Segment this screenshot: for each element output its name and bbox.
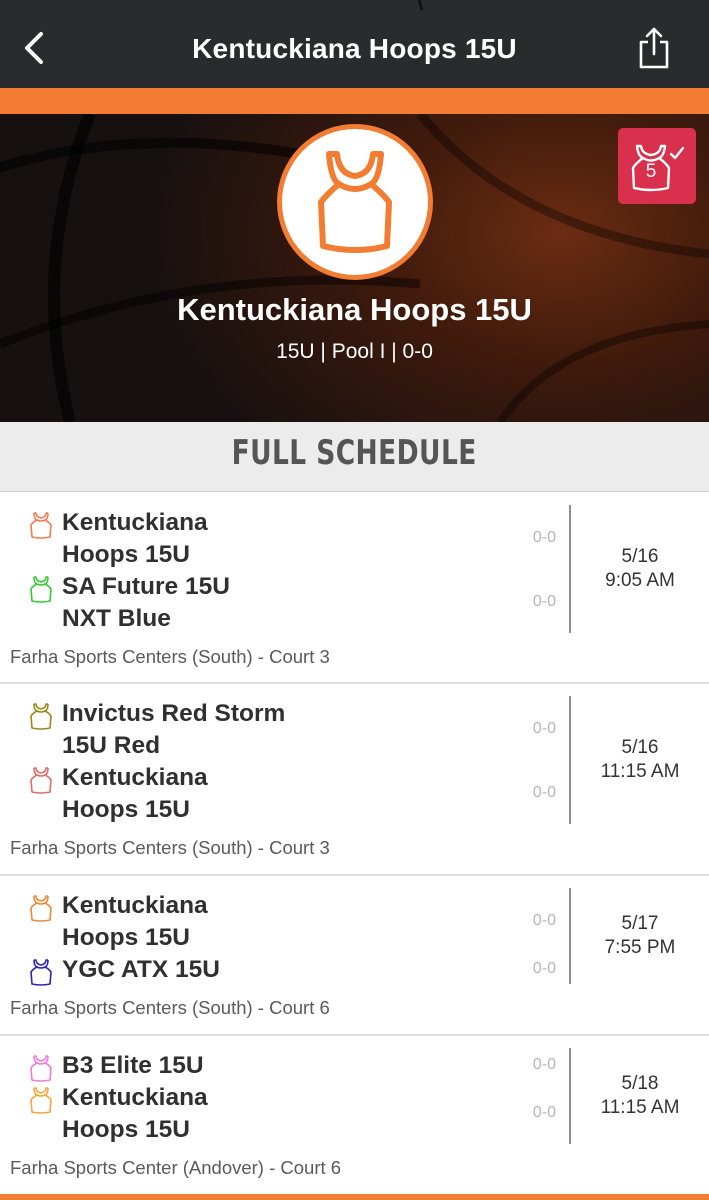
team-hero: Kentuckiana Hoops 15U 15U | Pool I | 0-0… [0,114,709,422]
page-title: Kentuckiana Hoops 15U [192,33,517,64]
team-info: 15U | Pool I | 0-0 [276,340,433,363]
bottom-accent-strip [0,1194,709,1200]
team2-name-line2: Hoops 15U [62,796,190,823]
team2-name-line2: NXT Blue [62,605,171,632]
top-nav-bar: Kentuckiana Hoops 15U [0,0,709,88]
team2-score: 0-0 [532,593,556,610]
team-name: Kentuckiana Hoops 15U [177,292,532,327]
section-title-text: FULL SCHEDULE [231,433,478,473]
game-date: 5/17 [621,913,659,934]
team2-name-line1: Kentuckiana [62,764,208,791]
team1: Invictus Red Storm 15U Red [28,698,508,762]
game-date: 5/16 [621,546,659,567]
jersey-icon [30,1087,52,1114]
chevron-left-icon [25,32,43,64]
share-button[interactable] [630,22,678,74]
game-datetime: 5/16 11:15 AM [571,736,709,784]
jersey-icon [30,512,52,539]
badge-count: 5 [645,161,657,182]
team2: Kentuckiana Hoops 15U [28,762,508,826]
game-row[interactable]: Invictus Red Storm 15U Red Kentuckiana H… [0,684,709,876]
game-venue: Farha Sports Centers (South) - Court 3 [10,837,330,858]
team1: B3 Elite 15U [28,1050,508,1082]
game-time: 9:05 AM [605,570,675,591]
team-logo [277,124,433,280]
game-venue: Farha Sports Centers (South) - Court 6 [10,997,330,1018]
section-title: FULL SCHEDULE [0,422,709,492]
team2-name-line1: Kentuckiana [62,1084,208,1111]
back-button[interactable] [14,24,54,72]
team1-name-line2: Hoops 15U [62,541,190,568]
team1-name-line1: Invictus Red Storm [62,700,286,727]
team1: Kentuckiana Hoops 15U [28,507,508,571]
team2: Kentuckiana Hoops 15U [28,1082,508,1146]
team2: SA Future 15U NXT Blue [28,571,508,635]
game-datetime: 5/16 9:05 AM [571,545,709,593]
jersey-icon [30,767,52,794]
game-time: 7:55 PM [604,937,676,958]
game-datetime: 5/17 7:55 PM [571,912,709,960]
jersey-icon [30,959,52,986]
team2-score: 0-0 [532,960,556,977]
team1-score: 0-0 [532,529,556,546]
game-venue: Farha Sports Centers (South) - Court 3 [10,646,330,667]
share-icon [639,27,669,69]
jersey-icon [30,703,52,730]
game-date: 5/18 [621,1073,659,1094]
follow-team-button[interactable]: 5 [618,128,696,204]
team2-name-line1: YGC ATX 15U [62,956,220,983]
game-row[interactable]: B3 Elite 15U Kentuckiana Hoops 15U 0-0 0… [0,1036,709,1194]
jersey-icon [30,895,52,922]
team2-score: 0-0 [532,784,556,801]
jersey-icon [30,576,52,603]
team2-name-line1: SA Future 15U [62,573,230,600]
team1: Kentuckiana Hoops 15U [28,890,508,954]
team1-name-line2: Hoops 15U [62,924,190,951]
team1-score: 0-0 [532,912,556,929]
team1-score: 0-0 [532,720,556,737]
game-row[interactable]: Kentuckiana Hoops 15U YGC ATX 15U 0-0 0-… [0,876,709,1036]
team1-score: 0-0 [532,1056,556,1073]
team1-name-line2: 15U Red [62,732,161,759]
jersey-icon [30,1055,52,1082]
games-list: Kentuckiana Hoops 15U SA Future 15U NXT … [0,493,709,1194]
game-venue: Farha Sports Center (Andover) - Court 6 [10,1157,342,1178]
accent-strip [0,88,709,114]
game-datetime: 5/18 11:15 AM [571,1072,709,1120]
game-date: 5/16 [621,737,659,758]
jersey-icon [318,151,392,253]
team2-name-line2: Hoops 15U [62,1116,190,1143]
game-time: 11:15 AM [600,761,680,782]
team1-name-line1: Kentuckiana [62,509,208,536]
team2-score: 0-0 [532,1104,556,1121]
team2: YGC ATX 15U [28,954,508,986]
team1-name-line1: B3 Elite 15U [62,1052,204,1079]
game-time: 11:15 AM [600,1097,680,1118]
game-row[interactable]: Kentuckiana Hoops 15U SA Future 15U NXT … [0,493,709,684]
team1-name-line1: Kentuckiana [62,892,208,919]
